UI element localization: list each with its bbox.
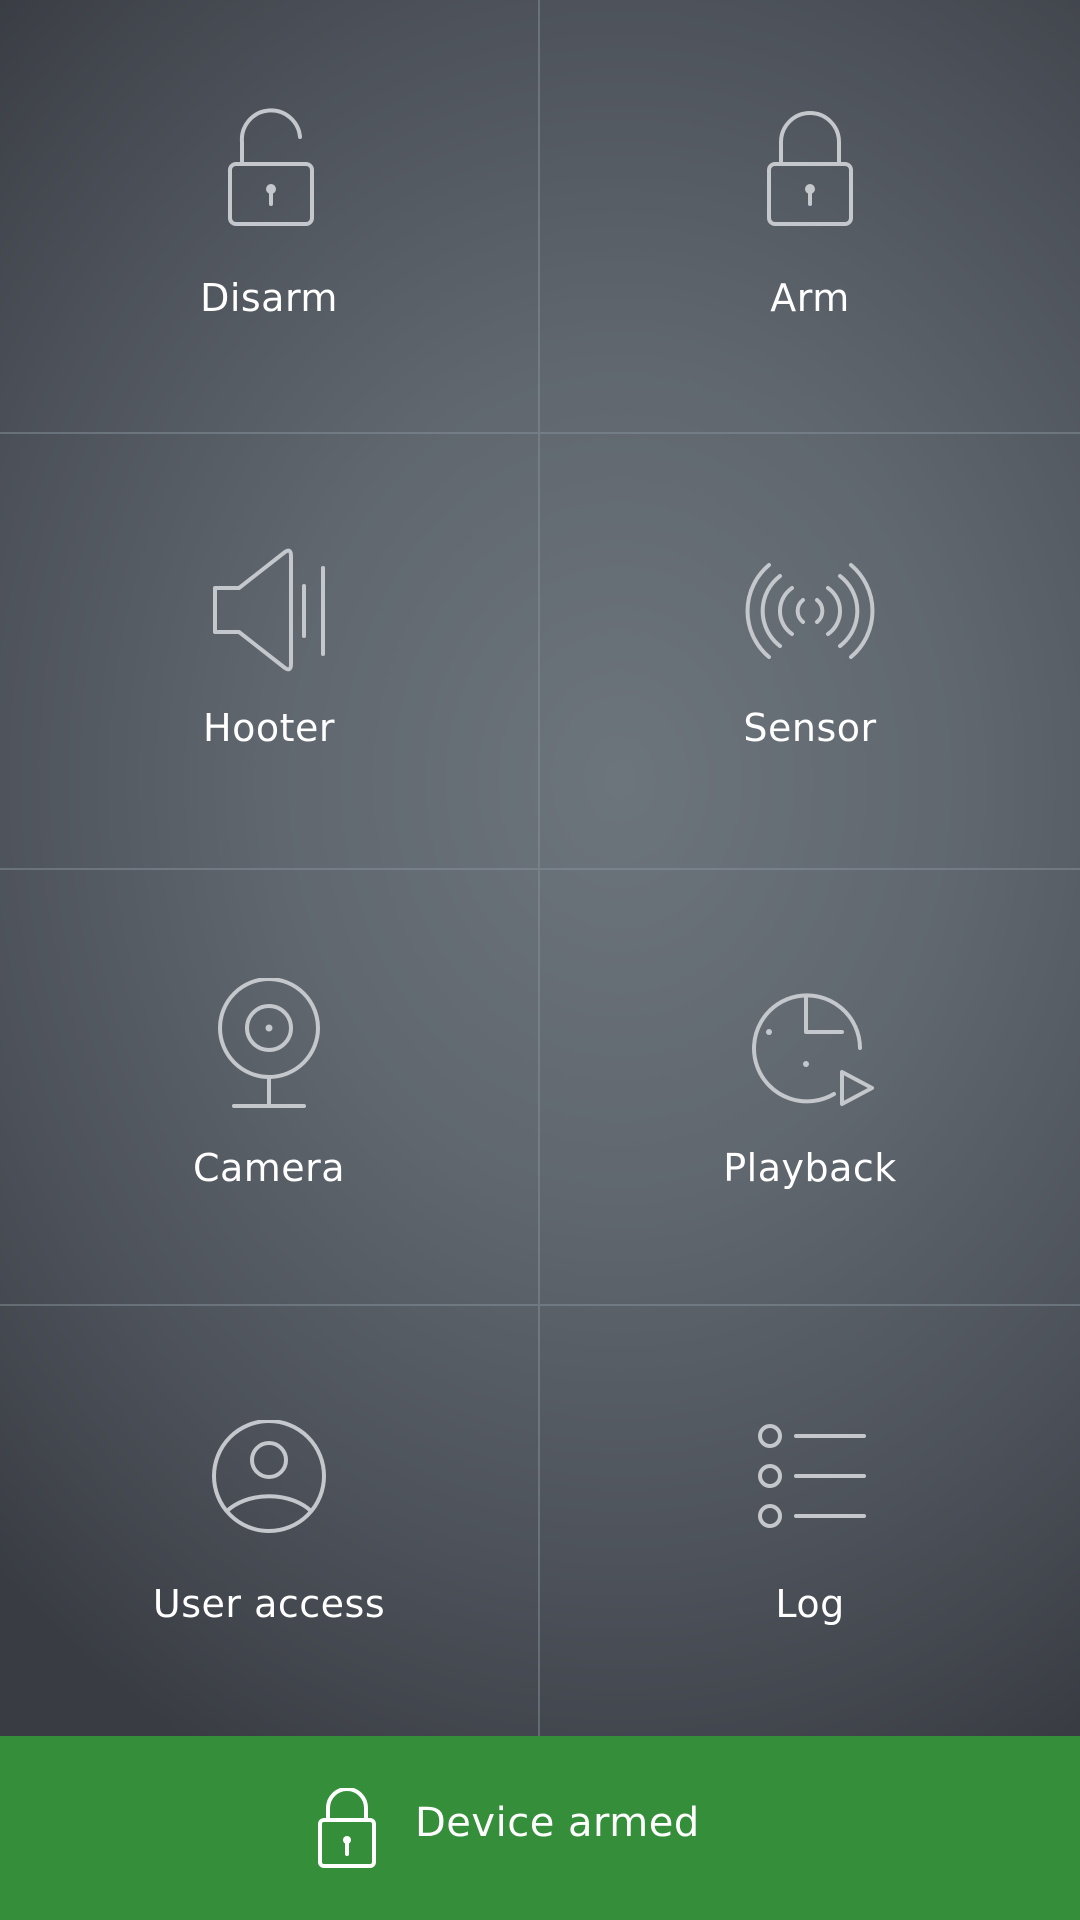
signal-waves-icon xyxy=(740,540,880,680)
control-grid: Disarm Arm Hooter Sensor Camera Playback… xyxy=(0,0,1080,1736)
user-access-button[interactable]: User access xyxy=(0,1306,540,1736)
clock-play-icon xyxy=(740,978,880,1118)
camera-button[interactable]: Camera xyxy=(0,870,540,1306)
device-status-bar[interactable]: Device armed xyxy=(0,1736,1080,1920)
log-label: Log xyxy=(775,1582,845,1626)
lock-closed-icon xyxy=(314,1787,380,1870)
camera-label: Camera xyxy=(192,1146,346,1190)
arm-button[interactable]: Arm xyxy=(540,0,1080,434)
lock-open-icon xyxy=(199,100,339,240)
list-icon xyxy=(740,1420,880,1560)
hooter-button[interactable]: Hooter xyxy=(0,434,540,870)
playback-label: Playback xyxy=(723,1146,897,1190)
arm-label: Arm xyxy=(770,276,850,320)
user-access-label: User access xyxy=(152,1582,386,1626)
speaker-icon xyxy=(199,540,339,680)
disarm-label: Disarm xyxy=(200,276,338,320)
status-text: Device armed xyxy=(415,1800,700,1846)
user-circle-icon xyxy=(199,1420,339,1560)
webcam-icon xyxy=(199,978,339,1118)
playback-button[interactable]: Playback xyxy=(540,870,1080,1306)
log-button[interactable]: Log xyxy=(540,1306,1080,1736)
sensor-button[interactable]: Sensor xyxy=(540,434,1080,870)
hooter-label: Hooter xyxy=(203,706,335,750)
sensor-label: Sensor xyxy=(743,706,877,750)
lock-closed-icon xyxy=(740,100,880,240)
disarm-button[interactable]: Disarm xyxy=(0,0,540,434)
